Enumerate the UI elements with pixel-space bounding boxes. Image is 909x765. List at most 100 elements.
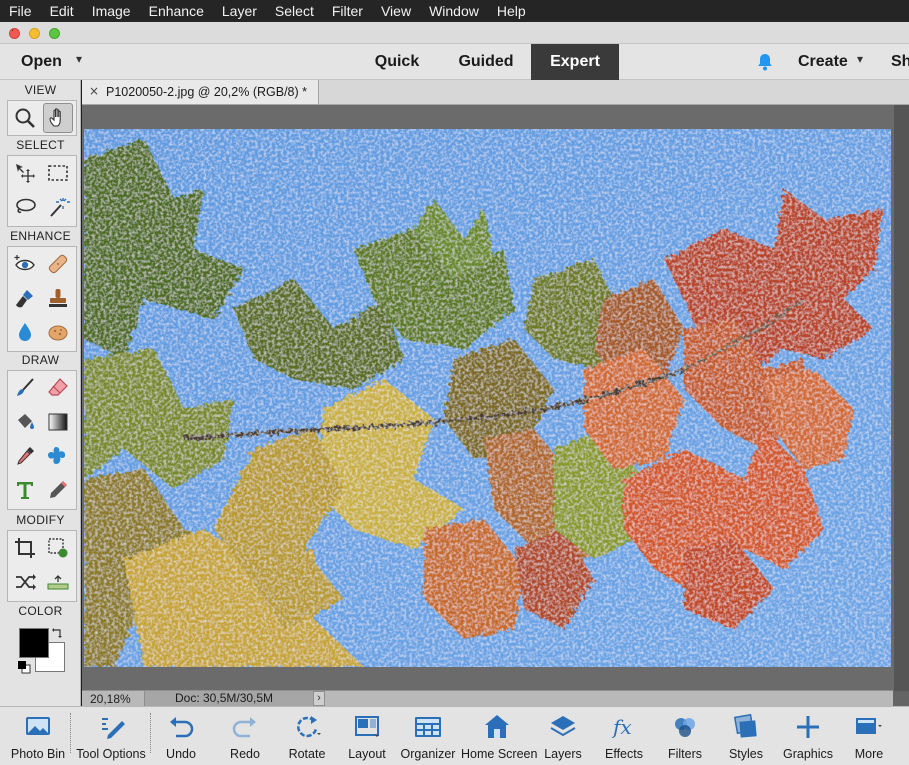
document-tab[interactable]: × P1020050-2.jpg @ 20,2% (RGB/8) * — [82, 80, 319, 105]
section-select-title: SELECT — [16, 138, 65, 152]
organizer-button[interactable]: Organizer — [400, 707, 456, 765]
move-tool[interactable] — [10, 158, 40, 188]
canvas-viewport[interactable] — [82, 105, 909, 691]
blur-tool[interactable] — [10, 317, 40, 347]
spot-healing-tool[interactable] — [43, 249, 73, 279]
menu-window[interactable]: Window — [420, 0, 488, 22]
eraser-tool[interactable] — [43, 373, 73, 403]
section-view-title: VIEW — [24, 83, 57, 97]
paint-bucket-tool[interactable] — [10, 407, 40, 437]
open-button[interactable]: Open — [21, 53, 62, 71]
photo-bin-button[interactable]: Photo Bin — [10, 707, 66, 765]
sponge-tool[interactable] — [43, 317, 73, 347]
recompose-tool[interactable] — [43, 533, 73, 563]
redo-button[interactable]: Redo — [224, 707, 266, 765]
swap-colors-icon[interactable] — [51, 626, 65, 640]
graphics-button[interactable]: Graphics — [782, 707, 834, 765]
brush-icon — [17, 378, 34, 396]
bell-icon[interactable] — [755, 52, 775, 72]
type-tool[interactable] — [10, 475, 40, 505]
rotate-icon — [296, 716, 321, 738]
lasso-icon — [16, 198, 36, 213]
tab-guided[interactable]: Guided — [452, 44, 520, 80]
menu-file[interactable]: File — [0, 0, 41, 22]
chevron-down-icon[interactable]: ▾ — [857, 52, 863, 66]
redo-label: Redo — [230, 747, 260, 761]
menu-image[interactable]: Image — [83, 0, 140, 22]
rotate-label: Rotate — [288, 747, 326, 761]
sponge-icon — [48, 325, 68, 341]
window-minimize-button[interactable] — [29, 28, 40, 39]
enhance-tools-group — [7, 246, 77, 352]
foreground-color-swatch[interactable] — [19, 628, 49, 658]
undo-button[interactable]: Undo — [160, 707, 202, 765]
eyedropper-tool[interactable] — [10, 441, 40, 471]
zoom-tool[interactable] — [10, 103, 40, 133]
zoom-readout[interactable]: 20,18% — [90, 692, 131, 706]
default-colors-icon[interactable] — [17, 660, 31, 674]
window-maximize-button[interactable] — [49, 28, 60, 39]
styles-label: Styles — [728, 747, 764, 761]
menu-filter[interactable]: Filter — [323, 0, 372, 22]
filters-button[interactable]: Filters — [664, 707, 706, 765]
tool-options-button[interactable]: Tool Options — [76, 707, 146, 765]
hand-tool[interactable] — [43, 103, 73, 133]
divider — [150, 713, 151, 753]
menu-layer[interactable]: Layer — [213, 0, 266, 22]
document-tab-strip — [319, 80, 909, 105]
gradient-icon — [48, 413, 68, 431]
canvas-edge — [894, 105, 909, 691]
chevron-down-icon[interactable]: ▾ — [76, 52, 82, 66]
filters-label: Filters — [667, 747, 703, 761]
more-button[interactable]: More — [848, 707, 890, 765]
home-screen-button[interactable]: Home Screen — [461, 707, 537, 765]
gradient-tool[interactable] — [43, 407, 73, 437]
blur-icon — [19, 323, 31, 341]
menu-edit[interactable]: Edit — [41, 0, 83, 22]
styles-button[interactable]: Styles — [725, 707, 767, 765]
photo-bin-label: Photo Bin — [10, 747, 66, 761]
straighten-tool[interactable] — [43, 567, 73, 597]
smart-brush-tool[interactable] — [10, 283, 40, 313]
tab-quick[interactable]: Quick — [366, 44, 428, 80]
paint-bucket-icon — [18, 414, 34, 429]
pencil-tool[interactable] — [43, 475, 73, 505]
layers-button[interactable]: Layers — [542, 707, 584, 765]
status-menu-arrow-icon[interactable]: › — [313, 691, 325, 706]
tab-expert[interactable]: Expert — [531, 44, 619, 80]
layers-icon — [550, 716, 576, 737]
effects-label: Effects — [605, 747, 643, 761]
status-bar: 20,18% Doc: 30,5M/30,5M › — [82, 690, 893, 706]
tool-options-label: Tool Options — [76, 747, 146, 761]
smart-brush-icon — [16, 290, 33, 308]
menu-help[interactable]: Help — [488, 0, 535, 22]
layout-button[interactable]: Layout — [346, 707, 388, 765]
red-eye-tool[interactable] — [10, 249, 40, 279]
create-button[interactable]: Create — [798, 53, 848, 71]
crop-tool[interactable] — [10, 533, 40, 563]
window-close-button[interactable]: · — [9, 26, 20, 39]
menu-view[interactable]: View — [372, 0, 420, 22]
photo-canvas[interactable] — [84, 129, 891, 667]
close-icon[interactable]: × — [89, 84, 99, 98]
divider — [70, 713, 71, 753]
lasso-tool[interactable] — [10, 192, 40, 222]
custom-shape-tool[interactable] — [43, 441, 73, 471]
rotate-button[interactable]: Rotate — [284, 707, 330, 765]
document-tab-title: P1020050-2.jpg @ 20,2% (RGB/8) * — [106, 85, 307, 99]
content-aware-move-tool[interactable] — [10, 567, 40, 597]
marquee-tool[interactable] — [43, 158, 73, 188]
clone-stamp-tool[interactable] — [43, 283, 73, 313]
menu-select[interactable]: Select — [266, 0, 323, 22]
brush-tool[interactable] — [10, 373, 40, 403]
crop-icon — [15, 538, 35, 558]
mode-bar: Open ▾ Quick Guided Expert Create ▾ Sh — [0, 44, 909, 80]
menu-enhance[interactable]: Enhance — [140, 0, 213, 22]
eraser-icon — [48, 378, 68, 396]
section-modify-title: MODIFY — [16, 513, 65, 527]
share-button[interactable]: Sh — [891, 53, 909, 71]
tool-options-icon — [102, 718, 125, 739]
effects-button[interactable]: fx Effects — [603, 707, 645, 765]
magic-wand-tool[interactable] — [43, 192, 73, 222]
select-tools-group — [7, 155, 77, 227]
